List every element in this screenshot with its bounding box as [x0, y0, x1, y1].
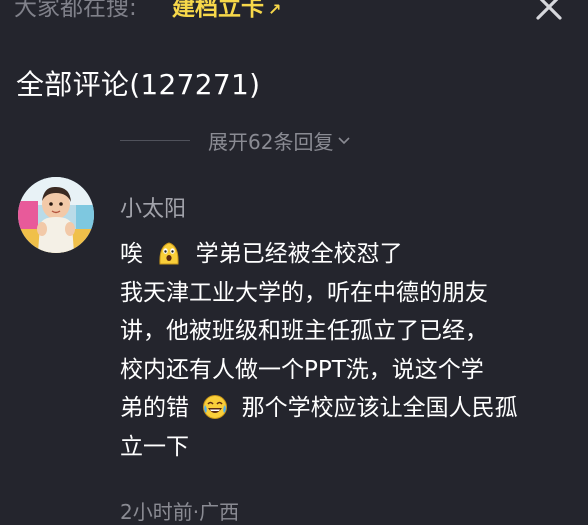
comment-line: 唉 学弟已经被全校怼了: [120, 235, 575, 274]
comment-line: 校内还有人做一个PPT洗，说这个学: [120, 351, 575, 390]
comment-text: 那个学校应该让全国人民孤: [241, 395, 518, 421]
hot-search-bar[interactable]: 大家都在搜: 建档立卡 ↗: [0, 0, 588, 22]
comment-text: 立一下: [120, 433, 189, 460]
comments-count-title: 全部评论(127271): [16, 68, 261, 101]
trend-arrow-icon: ↗: [268, 0, 282, 19]
comment-line: 我天津工业大学的，听在中德的朋友: [120, 274, 575, 313]
avatar[interactable]: [18, 177, 94, 253]
comment-text: 讲，他被班级和班主任孤立了已经，: [120, 318, 488, 344]
comment-text: 学弟已经被全校怼了: [195, 241, 403, 267]
close-icon: [536, 0, 562, 20]
hot-search-prefix: 大家都在搜:: [14, 0, 137, 21]
close-button[interactable]: [534, 0, 564, 22]
comment-time-location: 2小时前·广西: [120, 500, 240, 524]
expand-replies-button[interactable]: 展开62条回复: [120, 126, 351, 154]
comment-username[interactable]: 小太阳: [120, 191, 186, 223]
comment-text: 我天津工业大学的，听在中德的朋友: [120, 279, 488, 306]
comment-text: 校内还有人做一个PPT洗，说这个学: [120, 356, 484, 383]
crying-laughing-emoji-icon: [203, 395, 228, 419]
comment-line: 讲，他被班级和班主任孤立了已经，: [120, 312, 575, 351]
comment-text: 唉: [120, 241, 143, 267]
chevron-down-icon: [338, 137, 351, 145]
comment-line: 立一下: [120, 428, 575, 467]
comment-text: 弟的错: [120, 395, 189, 421]
expand-replies-label: 展开62条回复: [208, 129, 334, 154]
comment-line: 弟的错 那个学校应该让全国人民孤: [120, 389, 575, 428]
hot-search-keyword[interactable]: 建档立卡 ↗: [172, 0, 281, 22]
divider-line: [120, 139, 190, 141]
scared-emoji-icon: [159, 242, 179, 265]
comment-body: 唉 学弟已经被全校怼了 我天津工业大学的，听在中德的朋友 讲，他被班级和班主任孤…: [120, 235, 575, 466]
avatar-photo: [18, 177, 94, 253]
